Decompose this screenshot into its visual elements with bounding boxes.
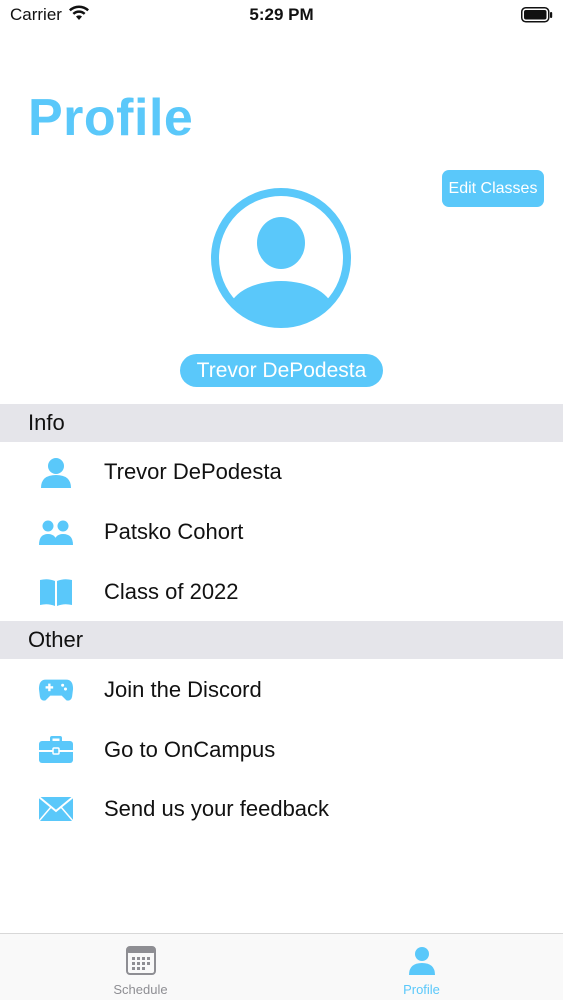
- person-icon: [408, 947, 435, 975]
- page-title: Profile: [28, 89, 194, 147]
- info-row-name[interactable]: Trevor DePodesta: [0, 444, 563, 500]
- status-time: 5:29 PM: [249, 5, 314, 24]
- envelope-icon: [38, 791, 74, 827]
- info-row-label: Patsko Cohort: [104, 519, 244, 544]
- other-row-label: Go to OnCampus: [104, 737, 276, 762]
- edit-classes-button[interactable]: Edit Classes: [442, 170, 544, 207]
- tab-profile-label: Profile: [403, 982, 440, 997]
- briefcase-icon: [38, 732, 74, 768]
- tab-schedule-label: Schedule: [113, 982, 168, 997]
- calendar-icon: [125, 946, 156, 975]
- info-row-cohort[interactable]: Patsko Cohort: [0, 504, 563, 560]
- profile-name-badge: Trevor DePodesta: [180, 354, 383, 387]
- person-icon: [38, 454, 74, 490]
- avatar-icon[interactable]: [210, 187, 352, 329]
- info-row-class[interactable]: Class of 2022: [0, 564, 563, 620]
- section-header-other: Other: [0, 621, 563, 659]
- group-icon: [38, 514, 74, 550]
- other-row-feedback[interactable]: Send us your feedback: [0, 781, 563, 837]
- info-row-label: Class of 2022: [104, 579, 239, 604]
- book-icon: [38, 574, 74, 610]
- other-row-label: Send us your feedback: [104, 796, 330, 821]
- other-row-label: Join the Discord: [104, 677, 262, 702]
- gamepad-icon: [38, 672, 74, 708]
- tab-schedule[interactable]: Schedule: [0, 934, 281, 1000]
- section-header-info: Info: [0, 404, 563, 442]
- other-row-oncampus[interactable]: Go to OnCampus: [0, 722, 563, 778]
- other-row-discord[interactable]: Join the Discord: [0, 662, 563, 718]
- tab-profile[interactable]: Profile: [281, 934, 562, 1000]
- tab-bar: Schedule Profile: [0, 933, 563, 1000]
- info-row-label: Trevor DePodesta: [104, 459, 282, 484]
- status-bar: Carrier 5:29 PM: [0, 0, 563, 32]
- battery-icon: [521, 7, 553, 23]
